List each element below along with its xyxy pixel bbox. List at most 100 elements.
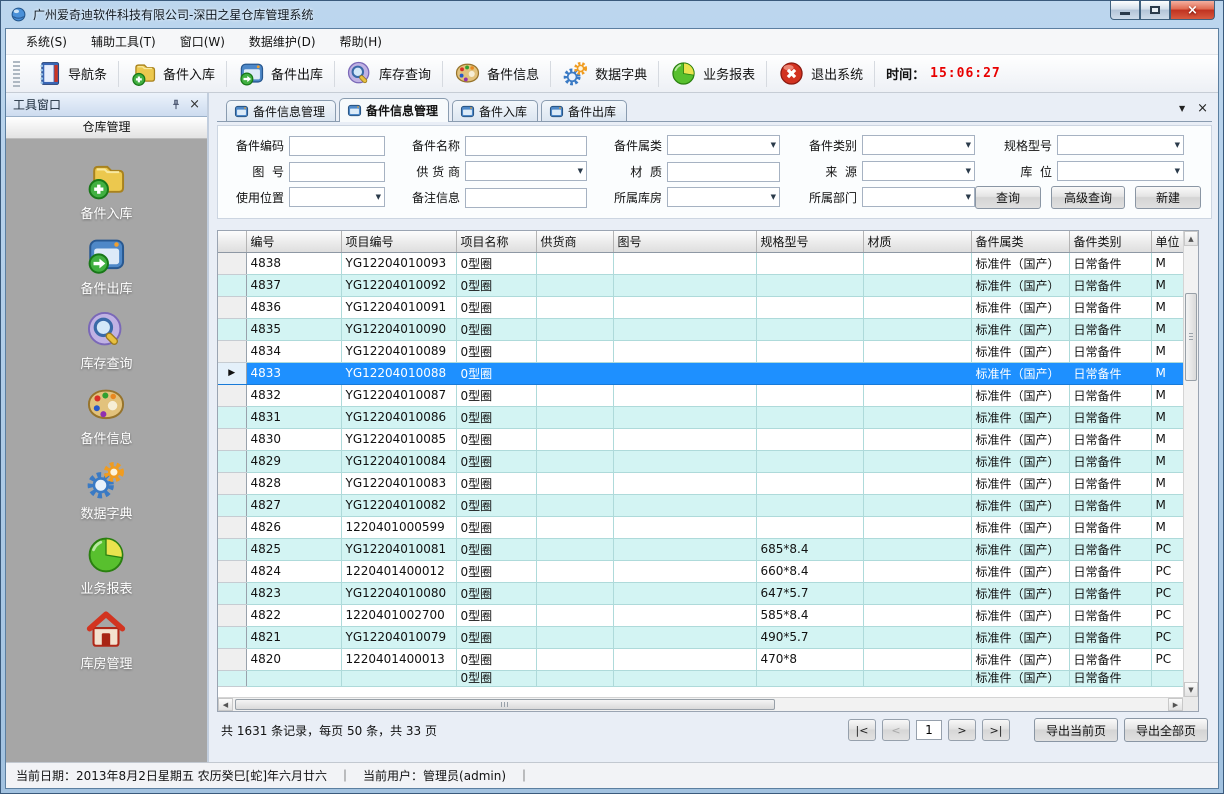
next-page-button[interactable]: >	[948, 719, 976, 741]
maximize-button[interactable]	[1140, 1, 1170, 20]
table-row[interactable]: 4829YG122040100840型圈标准件（国产）日常备件M	[218, 450, 1184, 472]
page-number-input[interactable]	[916, 720, 942, 740]
query-button[interactable]: 查询	[975, 186, 1041, 209]
tab-list-dropdown-icon[interactable]: ▼	[1179, 104, 1185, 113]
warehouse-select[interactable]	[667, 187, 780, 207]
cell: 日常备件	[1069, 406, 1151, 428]
toolbar-inventory-query-button[interactable]: 库存查询	[338, 57, 439, 90]
close-button[interactable]: ×	[1170, 1, 1215, 20]
toolbar-data-dict-button[interactable]: 数据字典	[554, 57, 655, 90]
sidebar-item-inventory-query[interactable]: 库存查询	[80, 309, 132, 372]
toolbar-parts-info-button[interactable]: 备件信息	[446, 57, 547, 90]
sidebar-item-warehouse[interactable]: 库房管理	[80, 609, 132, 672]
pin-icon[interactable]	[169, 98, 183, 112]
department-select[interactable]	[862, 187, 975, 207]
table-row[interactable]: 4834YG122040100890型圈标准件（国产）日常备件M	[218, 340, 1184, 362]
part-class-select[interactable]	[667, 135, 780, 155]
panel-close-icon[interactable]: ×	[189, 98, 200, 111]
scroll-left-icon[interactable]: ◀	[218, 698, 233, 711]
menu-item-4[interactable]: 数据维护(D)	[237, 28, 328, 55]
table-row[interactable]: 0型圈标准件（国产）日常备件	[218, 670, 1184, 686]
column-header-8[interactable]: 备件属类	[971, 231, 1069, 252]
tab-1[interactable]: 备件信息管理	[226, 100, 336, 121]
table-row[interactable]: 482012204014000130型圈470*8标准件（国产）日常备件PC	[218, 648, 1184, 670]
toolbar-grip[interactable]	[13, 61, 20, 87]
source-select[interactable]	[862, 161, 975, 181]
tab-3[interactable]: 备件入库	[452, 100, 538, 121]
spec-model-select[interactable]	[1057, 135, 1184, 155]
toolbar-stock-out-button[interactable]: 备件出库	[230, 57, 331, 90]
table-row[interactable]: 4838YG122040100930型圈标准件（国产）日常备件M	[218, 252, 1184, 274]
menu-item-1[interactable]: 系统(S)	[14, 28, 79, 55]
sidebar-group-title[interactable]: 仓库管理	[6, 117, 207, 139]
row-selector-cell: ▶	[218, 362, 246, 384]
tab-close-icon[interactable]: ×	[1197, 102, 1208, 115]
export-current-page-button[interactable]: 导出当前页	[1034, 718, 1118, 742]
scroll-up-icon[interactable]: ▲	[1184, 231, 1198, 246]
column-header-4[interactable]: 供货商	[536, 231, 613, 252]
material-input[interactable]	[667, 162, 780, 182]
sidebar-item-parts-info[interactable]: 备件信息	[80, 384, 132, 447]
table-row[interactable]: 4823YG122040100800型圈647*5.7标准件（国产）日常备件PC	[218, 582, 1184, 604]
part-name-input[interactable]	[465, 136, 587, 156]
column-header-7[interactable]: 材质	[863, 231, 971, 252]
scroll-down-icon[interactable]: ▼	[1184, 682, 1198, 697]
sidebar-item-stock-out[interactable]: 备件出库	[80, 234, 132, 297]
table-row[interactable]: 4831YG122040100860型圈标准件（国产）日常备件M	[218, 406, 1184, 428]
drawing-no-input[interactable]	[289, 162, 385, 182]
tab-4[interactable]: 备件出库	[541, 100, 627, 121]
menu-item-2[interactable]: 辅助工具(T)	[79, 28, 168, 55]
supplier-select[interactable]	[465, 161, 587, 181]
toolbar-exit-button[interactable]: 退出系统	[770, 57, 871, 90]
create-button[interactable]: 新建	[1135, 186, 1201, 209]
part-category-select[interactable]	[862, 135, 975, 155]
toolbar-stock-in-button[interactable]: 备件入库	[122, 57, 223, 90]
minimize-button[interactable]	[1110, 1, 1140, 20]
horizontal-scrollbar[interactable]: ◀ ▶	[218, 697, 1183, 711]
sidebar-item-stock-in[interactable]: 备件入库	[80, 159, 132, 222]
table-row[interactable]: 4837YG122040100920型圈标准件（国产）日常备件M	[218, 274, 1184, 296]
table-row[interactable]: 4825YG122040100810型圈685*8.4标准件（国产）日常备件PC	[218, 538, 1184, 560]
table-row[interactable]: 4828YG122040100830型圈标准件（国产）日常备件M	[218, 472, 1184, 494]
column-header-10[interactable]: 单位	[1151, 231, 1184, 252]
sidebar-item-report[interactable]: 业务报表	[80, 534, 132, 597]
prev-page-button[interactable]: <	[882, 719, 910, 741]
column-header-0[interactable]	[218, 231, 246, 252]
column-header-3[interactable]: 项目名称	[456, 231, 536, 252]
table-row[interactable]: 4827YG122040100820型圈标准件（国产）日常备件M	[218, 494, 1184, 516]
menu-item-3[interactable]: 窗口(W)	[168, 28, 237, 55]
table-row[interactable]: 4832YG122040100870型圈标准件（国产）日常备件M	[218, 384, 1184, 406]
scroll-right-icon[interactable]: ▶	[1168, 698, 1183, 711]
last-page-button[interactable]: >|	[982, 719, 1010, 741]
table-row[interactable]: 482412204014000120型圈660*8.4标准件（国产）日常备件PC	[218, 560, 1184, 582]
table-row[interactable]: 4830YG122040100850型圈标准件（国产）日常备件M	[218, 428, 1184, 450]
sidebar-item-data-dict[interactable]: 数据字典	[80, 459, 132, 522]
table-row[interactable]: 4836YG122040100910型圈标准件（国产）日常备件M	[218, 296, 1184, 318]
column-header-5[interactable]: 图号	[613, 231, 756, 252]
vertical-scroll-thumb[interactable]	[1185, 293, 1197, 381]
part-code-input[interactable]	[289, 136, 385, 156]
title-bar[interactable]: 广州爱奇迪软件科技有限公司-深田之星仓库管理系统 ×	[1, 1, 1223, 28]
table-row[interactable]: 482212204010027000型圈585*8.4标准件（国产）日常备件PC	[218, 604, 1184, 626]
column-header-6[interactable]: 规格型号	[756, 231, 863, 252]
vertical-scrollbar[interactable]: ▲ ▼	[1183, 231, 1198, 697]
location-select[interactable]	[1057, 161, 1184, 181]
toolbar-report-button[interactable]: 业务报表	[662, 57, 763, 90]
table-row[interactable]: 482612204010005990型圈标准件（国产）日常备件M	[218, 516, 1184, 538]
toolbar-navbar-button[interactable]: 导航条	[27, 57, 115, 90]
tab-2[interactable]: 备件信息管理	[339, 98, 449, 122]
export-all-pages-button[interactable]: 导出全部页	[1124, 718, 1208, 742]
column-header-1[interactable]: 编号	[246, 231, 341, 252]
advanced-query-button[interactable]: 高级查询	[1051, 186, 1125, 209]
cell: M	[1151, 384, 1184, 406]
table-row[interactable]: ▶4833YG122040100880型圈标准件（国产）日常备件M	[218, 362, 1184, 384]
menu-item-5[interactable]: 帮助(H)	[328, 28, 394, 55]
horizontal-scroll-thumb[interactable]	[235, 699, 775, 710]
column-header-2[interactable]: 项目编号	[341, 231, 456, 252]
table-row[interactable]: 4821YG122040100790型圈490*5.7标准件（国产）日常备件PC	[218, 626, 1184, 648]
remark-input[interactable]	[465, 188, 587, 208]
usage-position-select[interactable]	[289, 187, 385, 207]
column-header-9[interactable]: 备件类别	[1069, 231, 1151, 252]
first-page-button[interactable]: |<	[848, 719, 876, 741]
table-row[interactable]: 4835YG122040100900型圈标准件（国产）日常备件M	[218, 318, 1184, 340]
